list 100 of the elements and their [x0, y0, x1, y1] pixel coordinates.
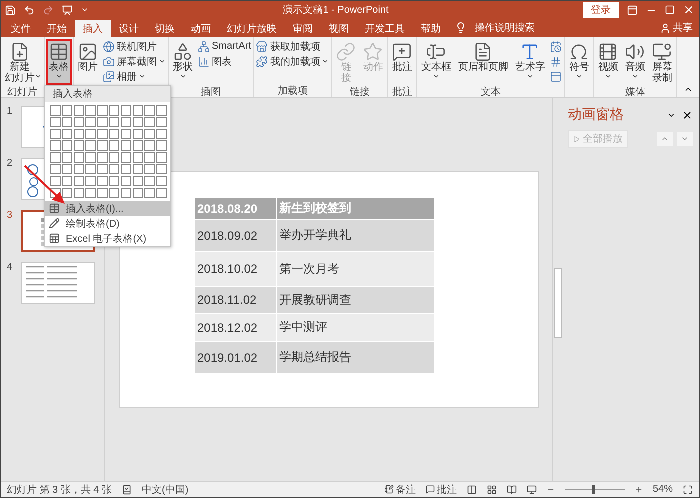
grid-cell[interactable] — [120, 176, 132, 186]
ribbon-tab[interactable]: 设计 — [111, 20, 147, 37]
grid-cell[interactable] — [50, 176, 60, 186]
ribbon-tab[interactable]: 插入 — [75, 20, 111, 37]
grid-cell[interactable] — [156, 164, 167, 174]
sorter-view-icon[interactable] — [486, 484, 497, 494]
grid-cell[interactable] — [85, 128, 96, 140]
ribbon-icon-button[interactable] — [549, 69, 564, 84]
ribbon-button[interactable]: 音频 — [622, 39, 648, 85]
grid-cell[interactable] — [156, 176, 167, 186]
grid-cell[interactable] — [74, 140, 84, 151]
ribbon-button[interactable]: 我的加载项 — [255, 54, 330, 69]
grid-cell[interactable] — [120, 128, 132, 140]
ribbon-button[interactable]: 相册 — [102, 69, 167, 84]
ribbon-icon-button[interactable] — [549, 39, 564, 54]
redo-icon[interactable] — [43, 4, 54, 16]
grid-cell[interactable] — [50, 128, 60, 140]
grid-cell[interactable] — [132, 164, 144, 174]
scroll-thumb[interactable] — [554, 268, 562, 338]
fit-icon[interactable] — [683, 484, 693, 494]
grid-cell[interactable] — [85, 176, 96, 186]
ribbon-options-icon[interactable] — [627, 4, 638, 16]
grid-cell[interactable] — [108, 176, 120, 186]
grid-cell[interactable] — [97, 164, 108, 174]
grid-cell[interactable] — [85, 140, 96, 151]
grid-cell[interactable] — [62, 116, 72, 128]
grid-cell[interactable] — [74, 176, 84, 186]
grid-cell[interactable] — [50, 116, 60, 128]
grid-cell[interactable] — [85, 105, 96, 116]
grid-cell[interactable] — [62, 164, 72, 174]
comments-button[interactable]: 批注 — [426, 482, 457, 496]
grid-cell[interactable] — [97, 176, 108, 186]
customize-icon[interactable] — [81, 6, 89, 14]
zoom-thumb[interactable] — [592, 485, 595, 494]
spellcheck-icon[interactable] — [122, 484, 132, 494]
ribbon-tab[interactable]: 审阅 — [285, 20, 321, 37]
grid-cell[interactable] — [144, 164, 155, 174]
grid-cell[interactable] — [97, 152, 108, 163]
grid-cell[interactable] — [50, 164, 60, 174]
grid-cell[interactable] — [62, 128, 72, 140]
grid-cell[interactable] — [74, 152, 84, 163]
ribbon-tab[interactable]: 切换 — [147, 20, 183, 37]
ribbon-tab[interactable]: 幻灯片放映 — [219, 20, 285, 37]
login-button[interactable]: 登录 — [583, 2, 619, 18]
grid-cell[interactable] — [132, 176, 144, 186]
ribbon-button[interactable]: 图表 — [197, 54, 252, 69]
grid-cell[interactable] — [132, 128, 144, 140]
grid-cell[interactable] — [97, 140, 108, 151]
ribbon-tab[interactable]: 视图 — [321, 20, 357, 37]
ribbon-button[interactable]: 表格 — [46, 39, 72, 85]
grid-cell[interactable] — [108, 188, 120, 198]
grid-cell[interactable] — [120, 105, 132, 116]
grid-cell[interactable] — [62, 152, 72, 163]
slideshow-icon[interactable] — [62, 4, 73, 16]
ribbon-button[interactable]: 艺术字 — [512, 39, 548, 85]
grid-cell[interactable] — [156, 140, 167, 151]
menu-item[interactable]: 插入表格(I)... — [45, 201, 170, 216]
maximize-icon[interactable] — [665, 5, 675, 15]
ribbon-tab[interactable]: 帮助 — [413, 20, 449, 37]
ribbon-button[interactable]: 联机图片 — [102, 39, 167, 54]
grid-cell[interactable] — [74, 105, 84, 116]
grid-cell[interactable] — [97, 116, 108, 128]
ribbon-tab[interactable]: 动画 — [183, 20, 219, 37]
slide-thumbnail[interactable] — [21, 262, 95, 304]
save-icon[interactable] — [5, 4, 16, 16]
grid-cell[interactable] — [50, 152, 60, 163]
search-hint[interactable]: 操作说明搜索 — [475, 21, 535, 35]
menu-item[interactable]: Excel 电子表格(X) — [45, 231, 170, 246]
grid-cell[interactable] — [156, 105, 167, 116]
grid-cell[interactable] — [108, 164, 120, 174]
grid-cell[interactable] — [50, 140, 60, 151]
grid-cell[interactable] — [74, 164, 84, 174]
slideshow-view-icon[interactable] — [526, 484, 537, 494]
ribbon-button[interactable]: 形状 — [170, 39, 196, 85]
grid-cell[interactable] — [85, 188, 96, 198]
grid-cell[interactable] — [62, 105, 72, 116]
ribbon-tab[interactable]: 开始 — [39, 20, 75, 37]
share-button[interactable]: 共享 — [673, 21, 693, 35]
grid-cell[interactable] — [132, 116, 144, 128]
grid-cell[interactable] — [132, 140, 144, 151]
menu-item[interactable]: 绘制表格(D) — [45, 216, 170, 232]
collapse-icon[interactable] — [684, 85, 693, 94]
grid-cell[interactable] — [156, 188, 167, 198]
grid-cell[interactable] — [108, 116, 120, 128]
grid-cell[interactable] — [156, 128, 167, 140]
grid-cell[interactable] — [85, 164, 96, 174]
grid-cell[interactable] — [108, 105, 120, 116]
grid-cell[interactable] — [108, 140, 120, 151]
ribbon-button[interactable]: 图片 — [75, 39, 101, 85]
grid-cell[interactable] — [97, 128, 108, 140]
grid-cell[interactable] — [85, 116, 96, 128]
grid-cell[interactable] — [144, 140, 155, 151]
ribbon-tab[interactable]: 开发工具 — [357, 20, 413, 37]
grid-cell[interactable] — [132, 188, 144, 198]
grid-cell[interactable] — [144, 116, 155, 128]
grid-cell[interactable] — [108, 128, 120, 140]
grid-cell[interactable] — [97, 105, 108, 116]
grid-cell[interactable] — [74, 116, 84, 128]
ribbon-button[interactable]: 批注 — [389, 39, 416, 85]
ribbon-button[interactable]: 获取加载项 — [255, 39, 330, 54]
